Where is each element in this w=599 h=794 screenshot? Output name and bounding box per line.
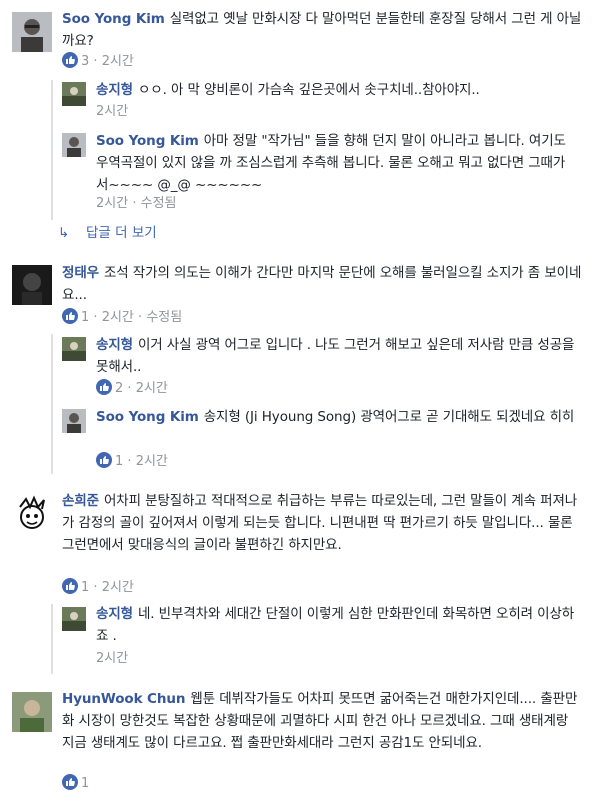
- timestamp[interactable]: 2시간: [96, 196, 128, 211]
- comment-meta: 2 · 2시간: [96, 379, 168, 399]
- comment-meta: 1: [62, 774, 89, 794]
- comment-body: 송지형 이거 사실 광역 어그로 입니다 . 나도 그런거 해보고 싶은데 저사람…: [96, 334, 576, 378]
- comment-text: 네. 빈부격차와 세대간 단절이 이렇게 심한 만화판인데 화목하면 오히려 이…: [96, 606, 575, 644]
- comment-text: ㅇㅇ. 아 막 양비론이 가슴속 깊은곳에서 솟구치네..참아야지..: [137, 82, 480, 98]
- comment-body: 송지형 ㅇㅇ. 아 막 양비론이 가슴속 깊은곳에서 솟구치네..참아야지..: [96, 79, 576, 101]
- comment-text: 조석 작가의 의도는 이해가 간다만 마지막 문단에 오해를 불러일으킬 소지가…: [62, 265, 582, 303]
- more-replies-link[interactable]: ↳ 답글 더 보기: [58, 221, 157, 241]
- edited-label[interactable]: 수정됨: [141, 196, 177, 211]
- reply-arrow-icon: ↳: [58, 225, 70, 241]
- timestamp[interactable]: 2시간: [102, 54, 134, 69]
- avatar[interactable]: [62, 133, 86, 157]
- separator: ·: [93, 580, 98, 595]
- avatar[interactable]: [12, 265, 52, 305]
- edited-label[interactable]: 수정됨: [146, 310, 182, 325]
- reply-thread-line: [51, 334, 53, 474]
- like-count[interactable]: 1: [81, 310, 89, 325]
- avatar[interactable]: [62, 409, 86, 433]
- reply-thread-line: [51, 604, 53, 674]
- comment-author[interactable]: 정태우: [62, 265, 99, 281]
- comment-author[interactable]: HyunWook Chun: [62, 691, 186, 707]
- like-icon[interactable]: [62, 774, 78, 790]
- like-count[interactable]: 1: [81, 580, 89, 595]
- comment-meta: 2시간 · 수정됨: [96, 194, 177, 214]
- comment-body: Soo Yong Kim 아마 정말 "작가님" 들을 향해 던지 말이 아니라고…: [96, 130, 576, 196]
- like-count[interactable]: 1: [81, 776, 89, 791]
- timestamp[interactable]: 2시간: [136, 454, 168, 469]
- timestamp[interactable]: 2시간: [136, 381, 168, 396]
- comment-author[interactable]: Soo Yong Kim: [62, 11, 165, 27]
- like-count[interactable]: 1: [115, 454, 123, 469]
- timestamp[interactable]: 2시간: [96, 104, 128, 119]
- comment-body: Soo Yong Kim 송지형 (Ji Hyoung Song) 광역어그로 곧…: [96, 406, 576, 428]
- comment-author[interactable]: 송지형: [96, 82, 133, 98]
- comment-body: HyunWook Chun 웹툰 데뷔작가들도 어차피 못뜨면 굶어죽는건 매한가…: [62, 688, 582, 754]
- like-count[interactable]: 2: [115, 381, 123, 396]
- comment-author[interactable]: Soo Yong Kim: [96, 409, 199, 425]
- comment-author[interactable]: 송지형: [96, 337, 133, 353]
- avatar[interactable]: [62, 607, 86, 631]
- avatar[interactable]: [12, 495, 52, 535]
- comment-text: 어차피 분탕질하고 적대적으로 취급하는 부류는 따로있는데, 그런 말들이 계…: [62, 493, 578, 553]
- like-icon[interactable]: [96, 452, 112, 468]
- like-count[interactable]: 3: [81, 54, 89, 69]
- separator: ·: [127, 454, 132, 469]
- separator: ·: [93, 310, 98, 325]
- timestamp[interactable]: 2시간: [102, 310, 134, 325]
- reply-thread-line: [51, 80, 53, 220]
- separator: ·: [138, 310, 143, 325]
- timestamp[interactable]: 2시간: [96, 651, 128, 666]
- comment-author[interactable]: 송지형: [96, 606, 133, 622]
- comment-body: 손희준 어차피 분탕질하고 적대적으로 취급하는 부류는 따로있는데, 그런 말들…: [62, 490, 582, 556]
- comment-text: 이거 사실 광역 어그로 입니다 . 나도 그런거 해보고 싶은데 저사람 만큼…: [96, 337, 575, 375]
- comment-meta: 1 · 2시간: [96, 452, 168, 472]
- comment-meta: 2시간: [96, 649, 128, 669]
- comment-body: 정태우 조석 작가의 의도는 이해가 간다만 마지막 문단에 오해를 불러일으킬 …: [62, 262, 582, 306]
- comment-body: 송지형 네. 빈부격차와 세대간 단절이 이렇게 심한 만화판인데 화목하면 오히…: [96, 603, 576, 647]
- avatar[interactable]: [12, 12, 52, 52]
- timestamp[interactable]: 2시간: [102, 580, 134, 595]
- avatar[interactable]: [62, 82, 86, 106]
- comment-body: Soo Yong Kim 실력없고 옛날 만화시장 다 말아먹던 분들한테 훈장질…: [62, 8, 582, 52]
- separator: ·: [127, 381, 132, 396]
- comment-meta: 3 · 2시간: [62, 52, 134, 72]
- like-icon[interactable]: [62, 578, 78, 594]
- like-icon[interactable]: [96, 379, 112, 395]
- avatar[interactable]: [12, 692, 52, 732]
- like-icon[interactable]: [62, 308, 78, 324]
- comment-text: 송지형 (Ji Hyoung Song) 광역어그로 곧 기대해도 되겠네요 히…: [203, 409, 575, 425]
- comment-meta: 1 · 2시간: [62, 578, 134, 598]
- avatar[interactable]: [62, 337, 86, 361]
- comment-author[interactable]: 손희준: [62, 493, 99, 509]
- more-replies-label[interactable]: 답글 더 보기: [86, 225, 157, 241]
- separator: ·: [132, 196, 137, 211]
- comment-meta: 1 · 2시간 · 수정됨: [62, 308, 182, 328]
- comment-meta: 2시간: [96, 102, 128, 122]
- comment-author[interactable]: Soo Yong Kim: [96, 133, 199, 149]
- like-icon[interactable]: [62, 52, 78, 68]
- separator: ·: [93, 54, 98, 69]
